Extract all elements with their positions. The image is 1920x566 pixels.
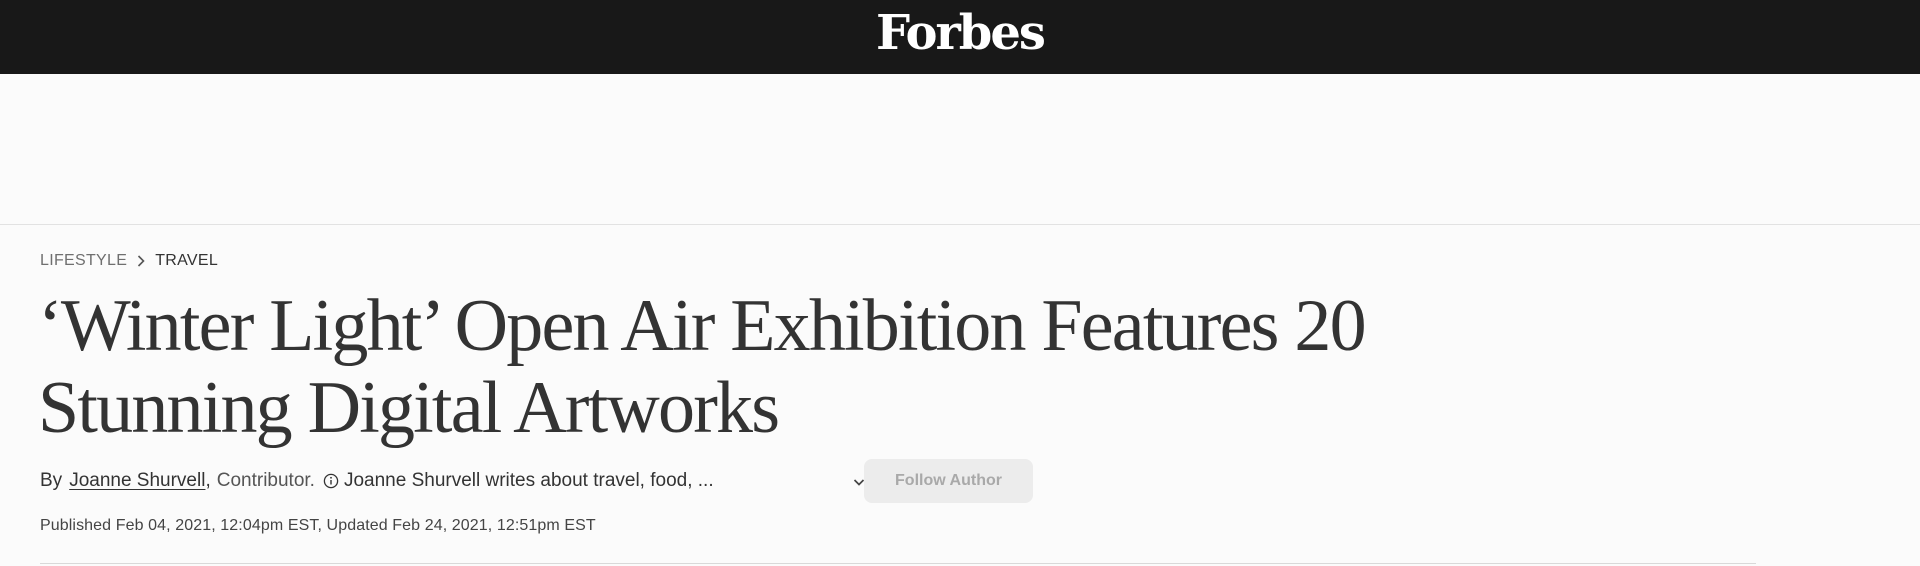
follow-author-button[interactable]: Follow Author: [864, 459, 1033, 503]
article-headline: ‘Winter Light’ Open Air Exhibition Featu…: [38, 285, 1367, 449]
breadcrumb-lifestyle[interactable]: LIFESTYLE: [40, 252, 127, 270]
author-bio-snippet: Joanne Shurvell writes about travel, foo…: [343, 470, 714, 491]
publish-dates: Published Feb 04, 2021, 12:04pm EST, Upd…: [40, 517, 596, 534]
author-byline: By Joanne Shurvell , Contributor. Joanne…: [40, 466, 865, 496]
forbes-logo[interactable]: Forbes: [0, 4, 1920, 62]
breadcrumb: LIFESTYLE TRAVEL: [40, 250, 218, 272]
ad-placeholder: [0, 74, 1920, 225]
byline-comma: ,: [205, 470, 211, 491]
by-label: By: [40, 470, 63, 491]
divider: [40, 563, 1756, 564]
info-icon[interactable]: [323, 473, 339, 489]
author-role: Contributor.: [216, 470, 315, 491]
top-nav-bar: Forbes: [0, 0, 1920, 74]
breadcrumb-travel[interactable]: TRAVEL: [155, 252, 218, 270]
author-name-link[interactable]: Joanne Shurvell: [69, 470, 205, 492]
chevron-right-icon: [127, 253, 155, 269]
